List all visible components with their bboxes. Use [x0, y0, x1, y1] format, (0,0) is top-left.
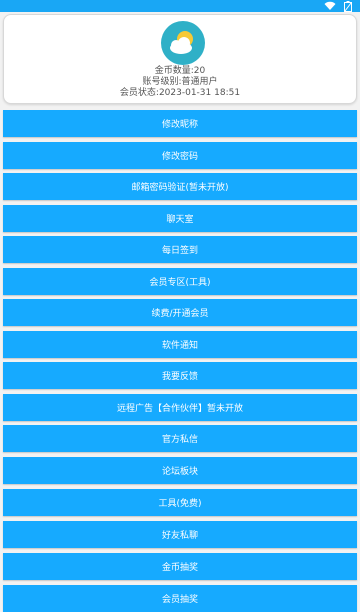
wifi-icon — [324, 1, 336, 11]
daily-checkin-button[interactable]: 每日签到 — [3, 236, 357, 263]
coin-lottery-button[interactable]: 金币抽奖 — [3, 553, 357, 580]
software-notice-button[interactable]: 软件通知 — [3, 331, 357, 358]
member-lottery-button[interactable]: 会员抽奖 — [3, 585, 357, 612]
remote-ads-button[interactable]: 远程广告【合作伙伴】暂未开放 — [3, 394, 357, 421]
chat-room-button[interactable]: 聊天室 — [3, 205, 357, 232]
status-bar — [0, 0, 360, 12]
forum-button[interactable]: 论坛板块 — [3, 457, 357, 484]
avatar[interactable] — [161, 21, 205, 65]
weather-cloud-sun-icon — [161, 31, 205, 65]
member-zone-button[interactable]: 会员专区(工具) — [3, 268, 357, 295]
coins-count-text: 金币数量:20 — [154, 66, 206, 76]
profile-card: 金币数量:20 账号级别:普通用户 会员状态:2023-01-31 18:51 — [3, 14, 357, 104]
email-verification-button[interactable]: 邮箱密码验证(暂未开放) — [3, 173, 357, 200]
feedback-button[interactable]: 我要反馈 — [3, 362, 357, 389]
friend-chat-button[interactable]: 好友私聊 — [3, 521, 357, 548]
account-level-text: 账号级别:普通用户 — [142, 77, 218, 87]
member-status-text: 会员状态:2023-01-31 18:51 — [119, 88, 241, 98]
renew-membership-button[interactable]: 续费/开通会员 — [3, 299, 357, 326]
battery-icon — [344, 0, 352, 12]
free-tools-button[interactable]: 工具(免费) — [3, 489, 357, 516]
edit-nickname-button[interactable]: 修改昵称 — [3, 110, 357, 137]
change-password-button[interactable]: 修改密码 — [3, 142, 357, 169]
official-message-button[interactable]: 官方私信 — [3, 425, 357, 452]
